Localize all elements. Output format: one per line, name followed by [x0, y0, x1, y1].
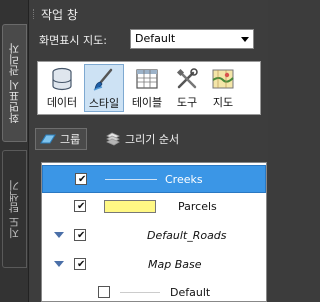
toolbar-map-label: 지도 — [212, 96, 234, 109]
line-style-swatch — [105, 179, 157, 180]
tab-group-label: 그룹 — [60, 133, 81, 146]
layer-visibility-checkbox[interactable]: ✔ — [74, 229, 86, 241]
layer-name: Creeks — [165, 173, 203, 186]
layer-view-tabs: 그룹 그리기 순서 — [29, 124, 268, 154]
tools-icon — [176, 68, 198, 89]
tab-draw-order[interactable]: 그리기 순서 — [101, 128, 201, 150]
drag-grip-icon[interactable] — [33, 9, 35, 19]
layer-row-creeks[interactable]: ✔ Creeks — [42, 165, 266, 193]
tab-draw-order-label: 그리기 순서 — [125, 133, 180, 146]
layer-group-name: Default_Roads — [147, 229, 227, 242]
database-icon — [52, 67, 72, 91]
toolbar-data-button[interactable]: 데이터 — [42, 64, 82, 112]
line-style-swatch — [120, 292, 160, 293]
pane-title: 작업 창 — [41, 8, 78, 22]
toolbar-table-button[interactable]: 테이블 — [126, 64, 168, 112]
check-icon: ✔ — [78, 174, 87, 185]
map-icon — [212, 69, 234, 89]
paintbrush-icon — [93, 68, 113, 91]
pane-title-bar[interactable]: 작업 창 — [29, 0, 268, 28]
toolbar-map-button[interactable]: 지도 — [206, 64, 240, 112]
tab-map-explorer[interactable]: 지도 탐색기 — [2, 150, 27, 268]
tab-group[interactable]: 그룹 — [35, 128, 87, 150]
toolbar-style-button[interactable]: 스타일 — [84, 64, 124, 112]
layer-row-parcels[interactable]: ✔ Parcels — [42, 193, 266, 221]
layer-group-name: Map Base — [148, 258, 202, 271]
layer-tree: ✔ Creeks ✔ Parcels ✔ Default_Roads ✔ Map… — [41, 162, 267, 302]
layer-row-default-roads[interactable]: ✔ Default_Roads — [42, 222, 266, 250]
style-toolbar: 데이터 스타일 테이블 도구 지도 — [37, 61, 261, 115]
layer-row-map-base[interactable]: ✔ Map Base — [42, 251, 266, 279]
layer-row-default[interactable]: Default — [42, 279, 266, 301]
layer-name: Parcels — [178, 200, 217, 213]
layer-visibility-checkbox[interactable]: ✔ — [74, 200, 86, 212]
chevron-down-icon — [241, 37, 249, 42]
display-map-label: 화면표시 지도: — [39, 34, 107, 47]
check-icon: ✔ — [77, 201, 86, 212]
toolbar-style-label: 스타일 — [88, 97, 120, 110]
check-icon: ✔ — [77, 259, 86, 270]
task-pane: 작업 창 화면표시 지도: Default 데이터 스타일 테이블 도구 지도 … — [29, 0, 268, 302]
layer-visibility-checkbox[interactable] — [98, 286, 110, 298]
fill-style-swatch — [104, 200, 156, 213]
expand-triangle-icon[interactable] — [54, 232, 64, 238]
toolbar-data-label: 데이터 — [46, 96, 78, 109]
check-icon: ✔ — [77, 230, 86, 241]
tab-display-manager[interactable]: 화면표시 관리자 — [2, 24, 27, 142]
tab-display-manager-label: 화면표시 관리자 — [7, 42, 21, 124]
toolbar-tools-label: 도구 — [176, 96, 198, 109]
expand-triangle-icon[interactable] — [54, 261, 64, 267]
layer-visibility-checkbox[interactable]: ✔ — [74, 258, 86, 270]
layer-visibility-checkbox[interactable]: ✔ — [75, 173, 87, 185]
display-map-select[interactable]: Default — [130, 29, 254, 49]
toolbar-tools-button[interactable]: 도구 — [170, 64, 204, 112]
draw-order-icon — [106, 132, 120, 146]
toolbar-table-label: 테이블 — [131, 96, 163, 109]
group-icon — [40, 134, 56, 144]
tab-map-explorer-label: 지도 탐색기 — [7, 179, 21, 239]
side-tab-strip: 화면표시 관리자 지도 탐색기 — [0, 0, 29, 302]
table-icon — [136, 69, 158, 89]
layer-name: Default — [170, 286, 211, 299]
display-map-value: Default — [135, 32, 176, 45]
